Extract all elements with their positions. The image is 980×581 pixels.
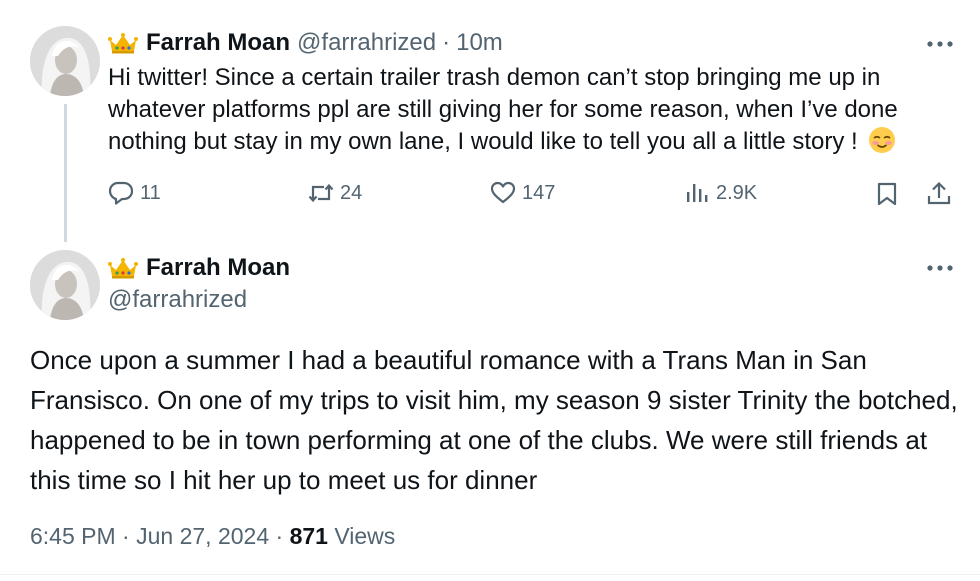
separator-dot: ·	[122, 523, 130, 549]
separator-dot: ·	[275, 523, 284, 549]
view-count: 2.9K	[716, 181, 758, 204]
reply-count: 11	[140, 181, 161, 204]
analytics-icon	[687, 184, 708, 202]
crown-icon	[108, 33, 138, 54]
reply-icon	[108, 181, 134, 205]
user-handle[interactable]: @farrahrized	[108, 286, 247, 314]
avatar[interactable]	[30, 26, 100, 96]
views-count[interactable]: 871	[290, 523, 328, 549]
retweet-button[interactable]: 24	[308, 180, 362, 206]
retweet-icon	[308, 183, 334, 203]
retweet-count: 24	[340, 181, 363, 204]
tweet-header: Farrah Moan	[108, 254, 290, 282]
more-options-icon[interactable]	[925, 262, 955, 274]
divider	[0, 574, 980, 575]
user-handle[interactable]: @farrahrized	[297, 29, 436, 57]
heart-icon	[490, 181, 516, 204]
display-name[interactable]: Farrah Moan	[146, 29, 290, 57]
display-name[interactable]: Farrah Moan	[146, 254, 290, 282]
tweet-body: Once upon a summer I had a beautiful rom…	[30, 345, 958, 495]
bookmark-icon	[877, 182, 897, 206]
like-count: 147	[522, 181, 556, 204]
tweet-metadata: 6:45 PM · Jun 27, 2024 · 871 Views	[30, 523, 395, 550]
bookmark-button[interactable]	[874, 181, 906, 207]
avatar[interactable]	[30, 250, 100, 320]
more-options-icon[interactable]	[925, 38, 955, 50]
tweet-time[interactable]: 6:45 PM	[30, 523, 116, 549]
tweet-actions: 11 24 147 2.9K	[108, 178, 958, 214]
tweet-time[interactable]: 10m	[456, 29, 503, 57]
share-button[interactable]	[926, 181, 958, 207]
reply-button[interactable]: 11	[108, 180, 161, 206]
crown-icon	[108, 258, 138, 279]
separator-dot: ·	[442, 29, 451, 56]
thread-connector-line	[64, 104, 67, 242]
tweet-date[interactable]: Jun 27, 2024	[136, 523, 269, 549]
tweet-header: Farrah Moan @farrahrized · 10m	[108, 29, 503, 57]
share-icon	[927, 181, 951, 205]
tweet-body: Hi twitter! Since a certain trailer tras…	[108, 64, 898, 155]
tweet-text: Hi twitter! Since a certain trailer tras…	[108, 62, 948, 158]
views-button[interactable]: 2.9K	[684, 180, 757, 206]
tweet-thread: Farrah Moan @farrahrized · 10m Hi twitte…	[0, 0, 980, 581]
like-button[interactable]: 147	[490, 180, 555, 206]
views-label: Views	[334, 523, 396, 549]
smiling-blushing-face-icon	[869, 127, 896, 153]
